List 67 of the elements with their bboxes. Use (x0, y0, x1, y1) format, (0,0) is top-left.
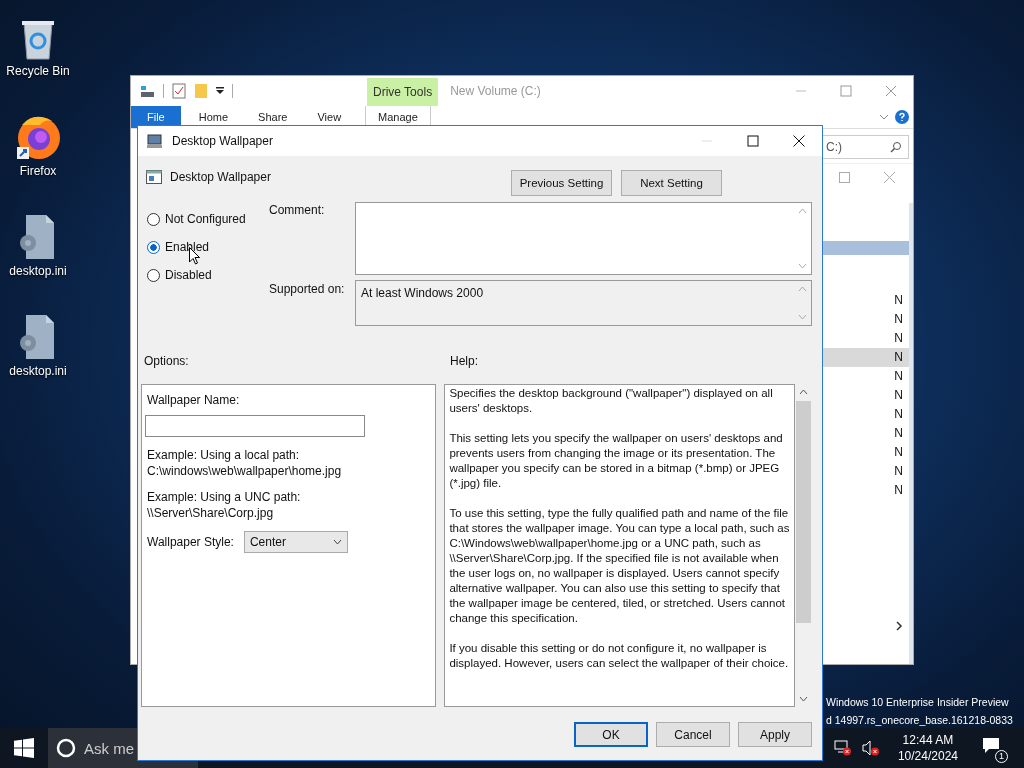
help-paragraph: Specifies the desktop background ("wallpaper") displayed on all users' desktops. (449, 386, 774, 416)
comment-label: Comment: (269, 203, 325, 217)
scrollbar-thumb[interactable] (796, 401, 811, 623)
example-text: Example: Using a UNC path: (147, 489, 302, 505)
supported-on-label: Supported on: (269, 282, 345, 296)
desktop-icon-label[interactable]: Recycle Bin (6, 64, 70, 78)
supported-on-value: At least Windows 2000 (361, 286, 484, 302)
window-title: Desktop Wallpaper (172, 134, 273, 148)
example-text: C:\windows\web\wallpaper\home.jpg (147, 463, 343, 479)
options-label: Options: (143, 354, 190, 368)
nav-button[interactable]: Next Setting (621, 170, 722, 196)
windows-logo-icon[interactable] (14, 738, 34, 758)
setting-name: Desktop Wallpaper (170, 170, 271, 184)
help-paragraph: If you disable this setting or do not configure it, no wallpaper is displayed. However, users can select the wallpaper of their choice. (449, 641, 790, 671)
ribbon-tab[interactable]: Share (246, 106, 300, 128)
network-error-icon[interactable] (833, 740, 852, 756)
radio-button[interactable] (147, 240, 160, 254)
wallpaper-style-label: Wallpaper Style: (147, 534, 234, 550)
help-paragraph: To use this setting, type the fully qualified path and name of the file that stores the wallpaper image. You can type a local path, such as C:\Windows\web\wallpaper\home.jpg or a UNC path, such as \\Server\Share\Corp.jpg. If the specified file is not available when the user logs on, no wallpaper is displayed. Users cannot specify alternative wallpaper. You can also use this setting to specify that the wallpaper image be centered, tiled, or stretched. Users cannot change this specification. (449, 506, 791, 626)
dialog-button[interactable]: Cancel (656, 722, 730, 747)
action-center-icon[interactable] (982, 737, 1000, 755)
desktop-icon-label[interactable]: desktop.ini (9, 264, 67, 278)
build-info-text: Windows 10 Enterprise Insider Preview (826, 695, 1009, 710)
example-text: Example: Using a local path: (147, 447, 301, 463)
dropdown-caret-icon[interactable] (216, 87, 224, 95)
ribbon-tab[interactable]: Home (186, 106, 241, 128)
clock-time[interactable]: 12:44 AM (902, 732, 954, 748)
cortana-ring-icon (56, 738, 76, 758)
example-text: \\Server\Share\Corp.jpg (147, 505, 275, 521)
radio-button[interactable] (147, 268, 160, 282)
context-tab-header: Drive Tools (367, 78, 439, 106)
help-icon[interactable] (895, 110, 909, 124)
radio-label[interactable]: Not Configured (165, 212, 246, 226)
help-label: Help: (450, 354, 478, 368)
radio-button[interactable] (147, 212, 160, 226)
wallpaper-name-label: Wallpaper Name: (147, 392, 241, 408)
wallpaper-style-dropdown[interactable]: Center (243, 531, 348, 553)
scroll-up-icon[interactable] (799, 389, 808, 395)
scroll-right-icon[interactable] (895, 621, 903, 631)
dialog-button[interactable]: OK (574, 722, 648, 747)
clock-date[interactable]: 10/24/2024 (897, 748, 958, 764)
computer-icon (146, 133, 164, 149)
drive-icon[interactable] (139, 84, 155, 98)
policy-setting-icon (146, 169, 162, 185)
wallpaper-name-field[interactable] (145, 415, 365, 437)
maximize-icon[interactable] (747, 135, 759, 147)
caret-icon (332, 539, 342, 545)
search-placeholder: Ask me (84, 739, 134, 757)
notification-count-badge: 1 (995, 750, 1008, 763)
desktop-icon-label[interactable]: Firefox (19, 164, 57, 178)
properties-icon[interactable] (172, 83, 186, 99)
expand-chevron-icon[interactable] (879, 113, 889, 121)
desktop-icon-label[interactable]: desktop.ini (9, 364, 67, 378)
window-title: New Volume (C:) (450, 84, 541, 98)
radio-label[interactable]: Enabled (165, 240, 210, 254)
scroll-down-icon[interactable] (799, 696, 808, 702)
ribbon-tab[interactable]: View (305, 106, 354, 128)
dialog-button[interactable]: Apply (738, 722, 812, 747)
search-icon[interactable] (890, 141, 902, 153)
speaker-muted-icon[interactable] (861, 740, 880, 756)
ribbon-tab[interactable]: File (131, 106, 181, 128)
nav-button[interactable]: Previous Setting (511, 170, 612, 196)
close-icon[interactable] (793, 135, 805, 147)
help-paragraph: This setting lets you specify the wallpaper on users' desktops and prevents users from changing the image or its presentation. The wallpaper you specify can be stored in a bitmap (*.bmp) or JPEG (*.jpg) file. (449, 431, 784, 491)
radio-label[interactable]: Disabled (165, 268, 212, 282)
build-info-text: d 14997.rs_onecore_base.161218-0833 (826, 713, 1013, 728)
address-text: C:) (826, 140, 842, 154)
